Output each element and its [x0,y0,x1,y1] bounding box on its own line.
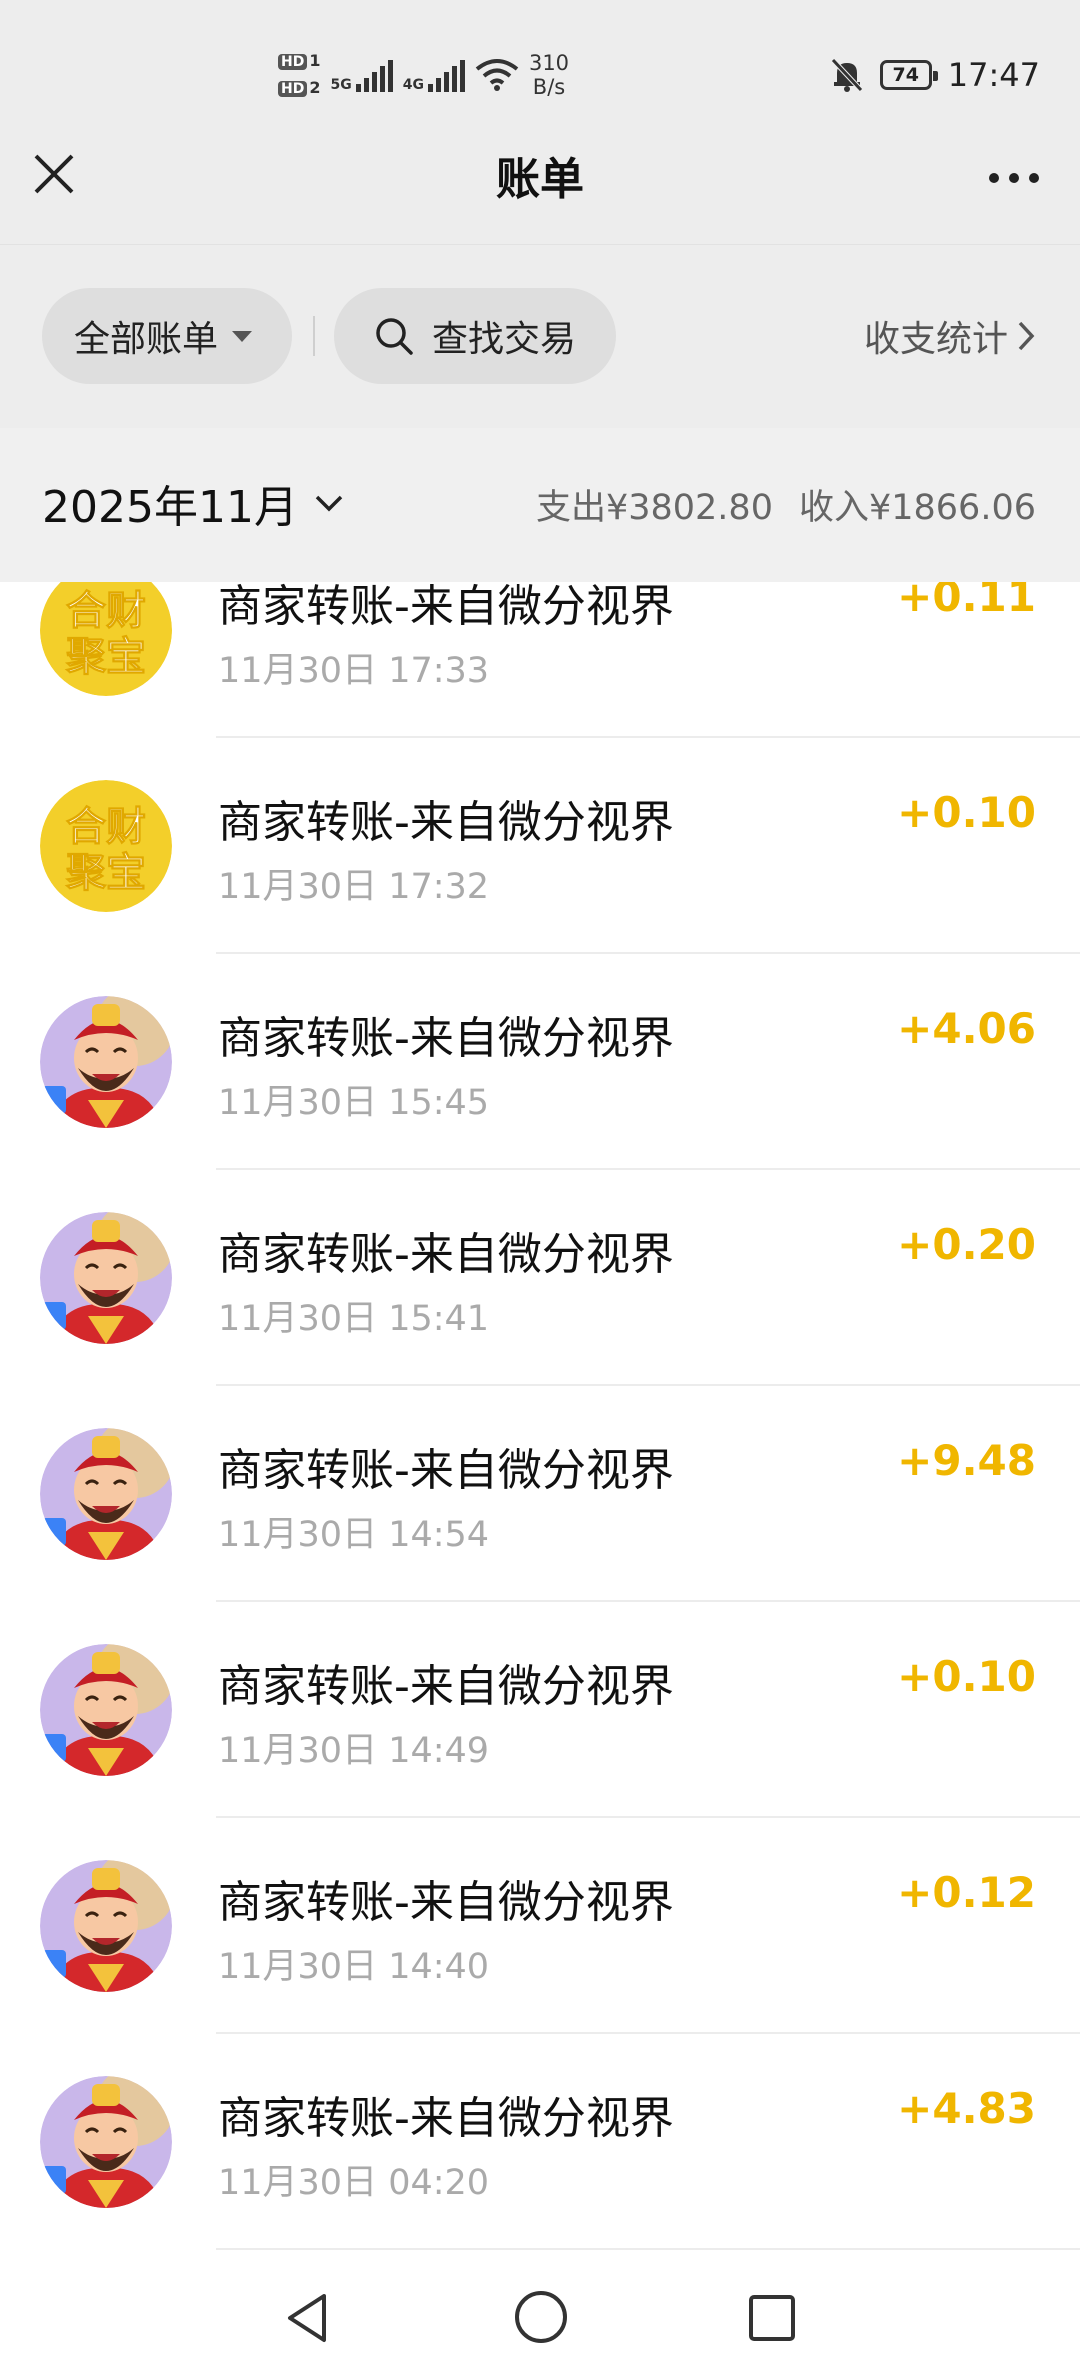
transaction-title: 商家转账-来自微分视界 [218,1445,674,1496]
transaction-list[interactable]: 合财 聚宝 商家转账-来自微分视界 11月30日 17:33 +0.11 合财 聚宝 商家转账… [0,582,1080,2252]
transaction-time: 11月30日 17:32 [218,867,490,907]
fortune-god-avatar [40,1644,172,1776]
signal-icon: 5G 4G [330,58,465,93]
recent-square-icon[interactable] [744,2290,800,2346]
coin-logo-text-bottom: 聚宝 [65,850,146,896]
home-circle-icon[interactable] [512,2288,570,2346]
income-expense-stats-link[interactable]: 收支统计 [864,306,1036,366]
net1-label: 5G [330,77,352,93]
transaction-time: 11月30日 15:45 [218,1083,490,1123]
search-icon [376,318,413,355]
row-divider [216,2248,1080,2250]
coin-logo-avatar: 合财 聚宝 [40,780,172,912]
coin-logo-text-top: 合财 [66,804,146,850]
month-selector[interactable]: 2025年11月 [42,470,344,536]
transaction-time: 11月30日 14:54 [218,1515,490,1555]
page-title: 账单 [496,154,584,205]
coin-logo-text-top: 合财 [66,588,146,634]
hd1-label: HD [278,54,308,70]
caret-down-icon [232,330,253,342]
transaction-row[interactable]: 商家转账-来自微分视界 11月30日 14:49 +0.10 [0,1602,1080,1818]
all-bills-label: 全部账单 [74,319,219,360]
wifi-icon [475,59,519,91]
expense-total: 支出¥3802.80 [535,487,773,528]
speed-value: 310 [528,51,570,75]
stats-label: 收支统计 [863,319,1008,360]
fortune-god-avatar [40,1860,172,1992]
more-icon[interactable] [986,168,1042,188]
net2-label: 4G [402,77,424,93]
transaction-time: 11月30日 17:33 [218,651,490,691]
chevron-down-icon [315,495,343,512]
fortune-god-avatar [40,1428,172,1560]
fortune-god-avatar [40,1212,172,1344]
transaction-row[interactable]: 商家转账-来自微分视界 11月30日 15:45 +4.06 [0,954,1080,1170]
transaction-amount: +0.10 [897,1652,1036,1701]
transaction-row[interactable]: 合财 聚宝 商家转账-来自微分视界 11月30日 17:32 +0.10 [0,738,1080,954]
transaction-title: 商家转账-来自微分视界 [218,1013,674,1064]
status-left: HD 1 HD 2 5G 4G 310 B/s [278,42,569,108]
back-triangle-icon[interactable] [280,2290,336,2346]
search-transaction-button[interactable]: 查找交易 [334,288,616,384]
sim1-num: 1 [309,51,321,70]
transaction-row[interactable]: 商家转账-来自微分视界 11月30日 04:20 +4.83 [0,2034,1080,2250]
mute-bell-icon [830,58,863,92]
transaction-title: 商家转账-来自微分视界 [218,1877,674,1928]
hd-icon: HD 1 HD 2 [278,50,320,100]
speed-unit: B/s [532,75,566,99]
transaction-row[interactable]: 商家转账-来自微分视界 11月30日 14:40 +0.12 [0,1818,1080,2034]
status-right: 74 17:47 [830,52,1040,98]
transaction-title: 商家转账-来自微分视界 [218,1661,674,1712]
transaction-title: 商家转账-来自微分视界 [218,582,674,632]
transaction-amount: +0.20 [897,1220,1036,1269]
transaction-title: 商家转账-来自微分视界 [218,797,674,848]
transaction-amount: +4.06 [897,1004,1036,1053]
transaction-time: 11月30日 04:20 [218,2163,490,2203]
month-totals: 支出¥3802.80 收入¥1866.06 [536,474,1036,534]
clock: 17:47 [947,56,1040,94]
search-label: 查找交易 [432,319,577,360]
transaction-amount: +4.83 [897,2084,1036,2133]
fortune-god-avatar [40,996,172,1128]
transaction-row[interactable]: 商家转账-来自微分视界 11月30日 15:41 +0.20 [0,1170,1080,1386]
transaction-time: 11月30日 15:41 [218,1299,490,1339]
transaction-amount: +0.10 [897,788,1036,837]
transaction-amount: +9.48 [897,1436,1036,1485]
transaction-title: 商家转账-来自微分视界 [218,2093,674,2144]
transaction-time: 11月30日 14:40 [218,1947,490,1987]
income-total: 收入¥1866.06 [798,487,1036,528]
network-speed: 310 B/s [529,51,569,99]
chevron-right-icon [1018,321,1035,351]
transaction-amount: +0.11 [897,582,1036,621]
hd2-label: HD [278,81,308,97]
month-label: 2025年11月 [42,482,298,533]
sim2-num: 2 [309,78,321,97]
filter-divider [313,316,315,356]
all-bills-dropdown[interactable]: 全部账单 [42,288,292,384]
coin-logo-text-bottom: 聚宝 [65,634,146,680]
battery-icon: 74 [879,60,938,90]
transaction-row[interactable]: 商家转账-来自微分视界 11月30日 14:54 +9.48 [0,1386,1080,1602]
transaction-title: 商家转账-来自微分视界 [218,1229,674,1280]
transaction-row[interactable]: 合财 聚宝 商家转账-来自微分视界 11月30日 17:33 +0.11 [0,582,1080,738]
coin-logo-avatar: 合财 聚宝 [40,582,172,696]
transaction-amount: +0.12 [897,1868,1036,1917]
fortune-god-avatar [40,2076,172,2208]
battery-level: 74 [892,64,919,86]
transaction-time: 11月30日 14:49 [218,1731,490,1771]
